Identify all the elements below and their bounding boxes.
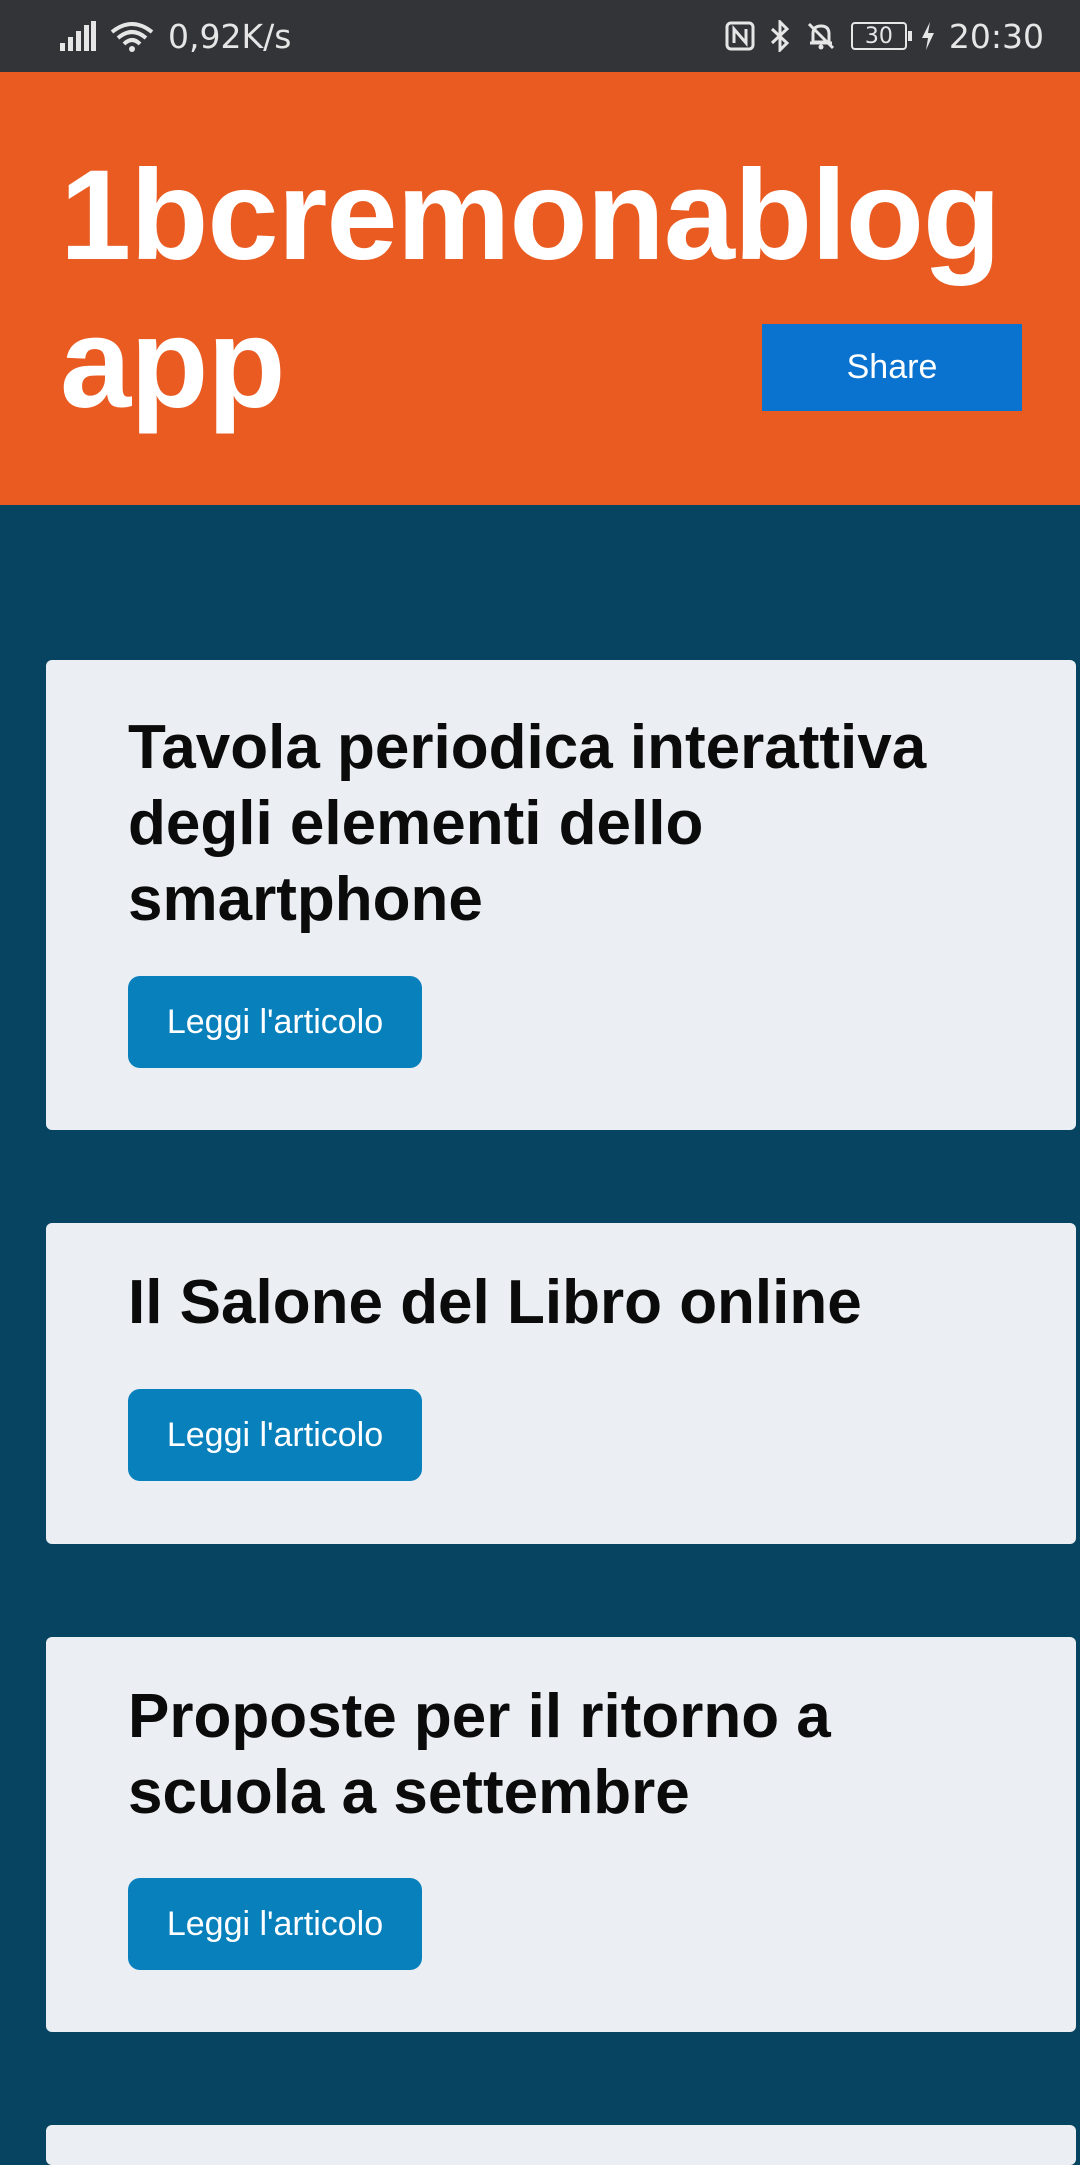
read-article-button[interactable]: Leggi l'articolo <box>128 976 422 1068</box>
notifications-off-icon <box>805 20 837 52</box>
article-card <box>46 2125 1076 2165</box>
article-card: Proposte per il ritorno a scuola a sette… <box>46 1637 1076 2032</box>
article-title: Il Salone del Libro online <box>128 1268 862 1337</box>
article-card: Il Salone del Libro online Leggi l'artic… <box>46 1223 1076 1544</box>
share-button[interactable]: Share <box>762 324 1022 411</box>
signal-icon <box>60 21 96 51</box>
wifi-icon <box>110 20 154 52</box>
status-bar-right: 30 20:30 <box>711 17 1044 56</box>
article-title: Proposte per il ritorno a scuola a sette… <box>128 1682 831 1827</box>
battery-level: 30 <box>864 23 893 49</box>
read-article-button[interactable]: Leggi l'articolo <box>128 1878 422 1970</box>
charging-icon <box>921 22 935 50</box>
battery-icon: 30 <box>850 22 912 50</box>
status-bar-left: 0,92K/s <box>60 17 305 56</box>
status-bar: 0,92K/s 30 20:30 <box>0 0 1080 72</box>
nfc-icon <box>725 21 755 51</box>
clock: 20:30 <box>948 16 1044 56</box>
read-article-button[interactable]: Leggi l'articolo <box>128 1389 422 1481</box>
article-title: Tavola periodica interattiva degli eleme… <box>128 713 927 934</box>
article-card: Tavola periodica interattiva degli eleme… <box>46 660 1076 1130</box>
app-header: 1bcremonablog app Share <box>0 72 1080 505</box>
bluetooth-icon <box>769 20 791 52</box>
network-speed: 0,92K/s <box>168 16 292 56</box>
